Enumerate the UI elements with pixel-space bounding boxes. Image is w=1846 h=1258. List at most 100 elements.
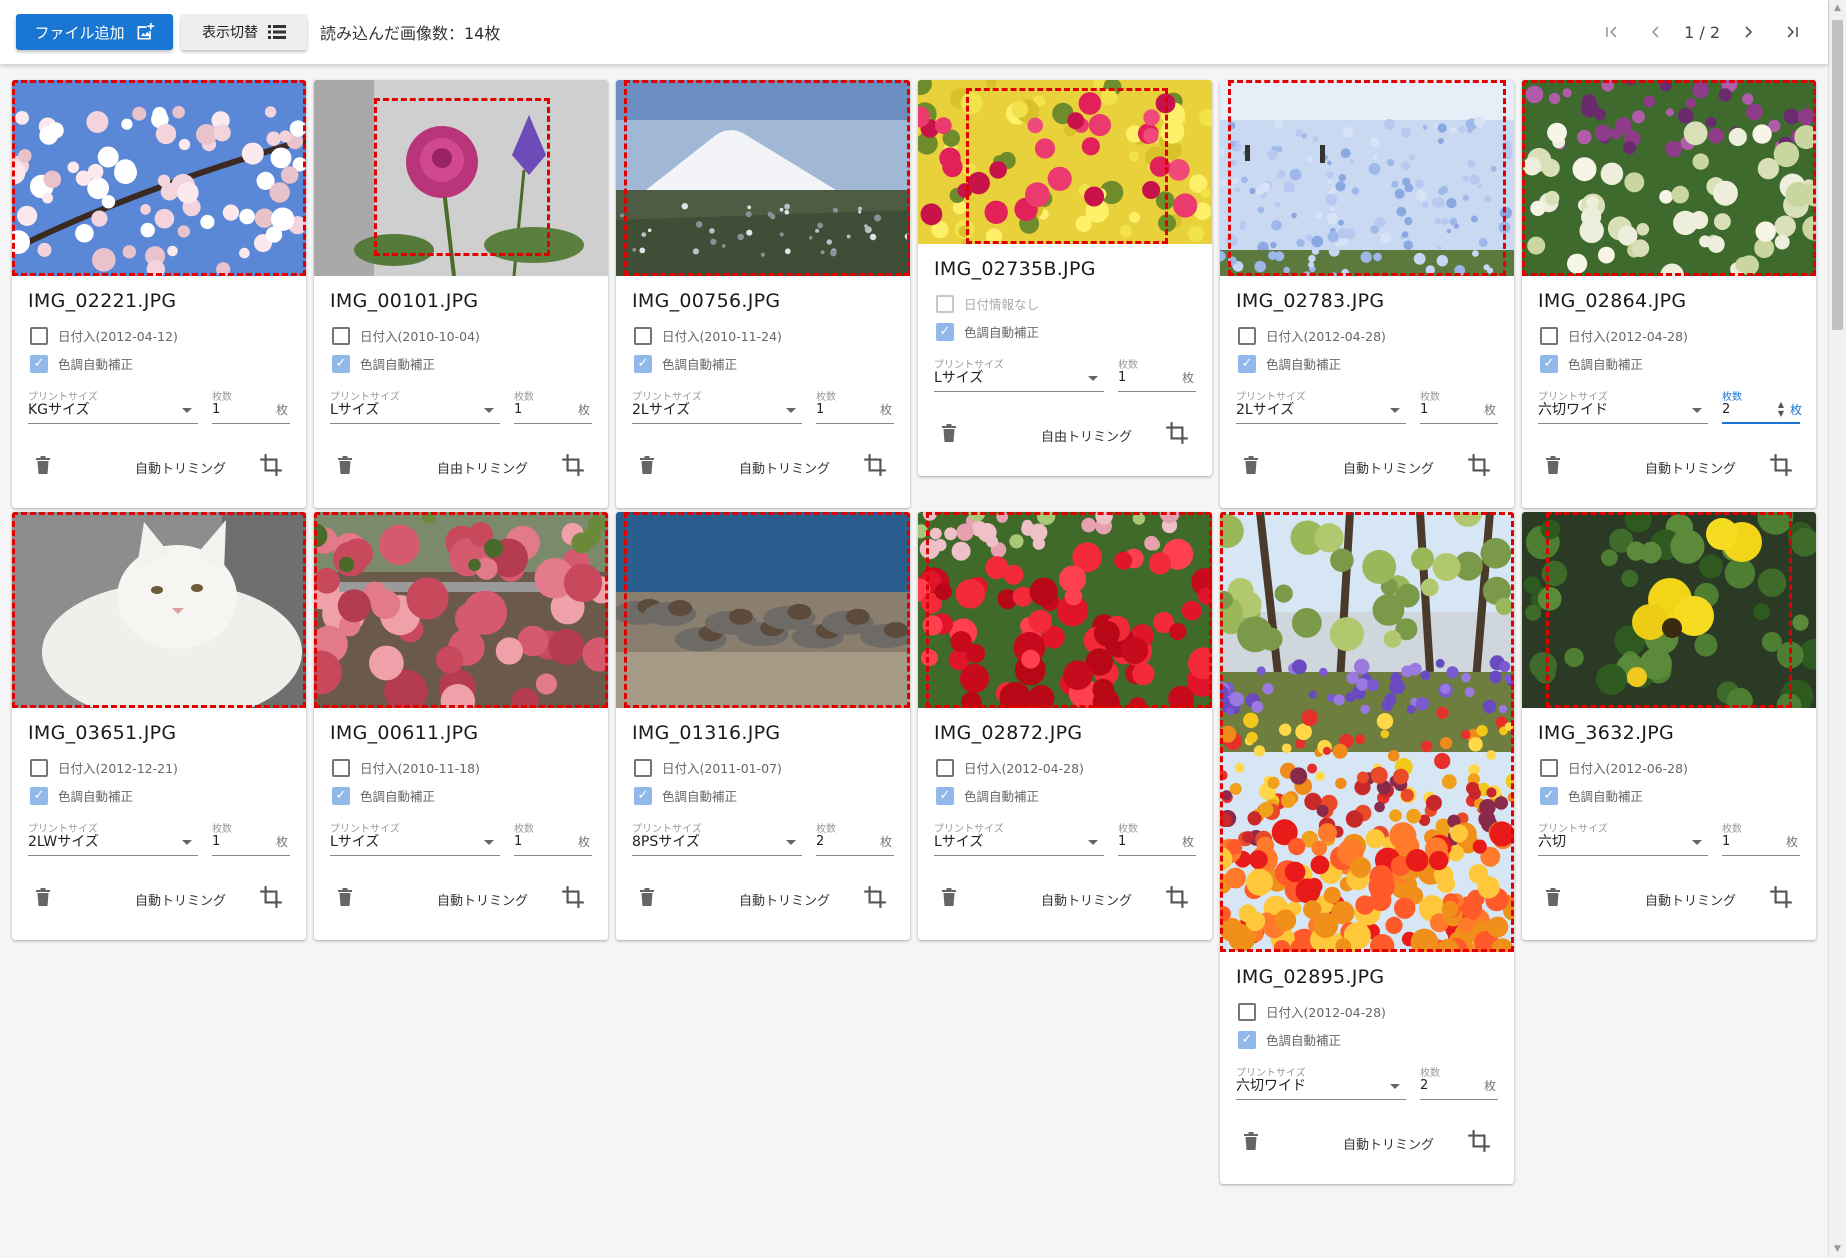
trash-icon[interactable]: [942, 888, 956, 906]
quantity-input[interactable]: 2 枚: [1420, 1076, 1498, 1100]
print-size-select[interactable]: 六切ワイド: [1236, 1076, 1406, 1100]
trim-frame[interactable]: [12, 80, 306, 276]
trim-frame[interactable]: [1220, 512, 1514, 952]
trash-icon[interactable]: [338, 456, 352, 474]
date-checkbox[interactable]: [634, 326, 652, 345]
trim-mode-button[interactable]: 自動トリミング: [739, 458, 830, 477]
date-option[interactable]: 日付入(2012-04-28): [1238, 326, 1386, 345]
crop-icon[interactable]: [560, 884, 586, 910]
date-checkbox[interactable]: [332, 758, 350, 777]
color-correction-checkbox[interactable]: ✓: [1238, 1030, 1256, 1049]
date-option[interactable]: 日付入(2012-04-28): [1238, 1002, 1386, 1021]
color-correction-checkbox[interactable]: ✓: [1540, 786, 1558, 805]
trim-frame[interactable]: [1522, 80, 1816, 276]
trim-frame[interactable]: [624, 80, 910, 276]
crop-icon[interactable]: [862, 452, 888, 478]
trim-mode-button[interactable]: 自由トリミング: [1041, 426, 1132, 445]
crop-icon[interactable]: [560, 452, 586, 478]
scrollbar-thumb[interactable]: [1832, 20, 1843, 330]
color-correction-checkbox[interactable]: ✓: [634, 354, 652, 373]
print-size-select[interactable]: 2Lサイズ: [1236, 400, 1406, 424]
print-size-select[interactable]: 六切: [1538, 832, 1708, 856]
trash-icon[interactable]: [640, 888, 654, 906]
date-option[interactable]: 日付入(2012-04-12): [30, 326, 178, 345]
color-correction-option[interactable]: ✓ 色調自動補正: [30, 354, 133, 373]
date-option[interactable]: 日付入(2010-10-04): [332, 326, 480, 345]
trash-icon[interactable]: [1244, 1132, 1258, 1150]
trim-frame[interactable]: [12, 512, 306, 708]
quantity-input[interactable]: 1 枚: [1118, 832, 1196, 856]
photo-thumbnail[interactable]: [918, 80, 1212, 244]
color-correction-option[interactable]: ✓ 色調自動補正: [332, 786, 435, 805]
trim-mode-button[interactable]: 自動トリミング: [437, 890, 528, 909]
photo-thumbnail[interactable]: [314, 512, 608, 708]
quantity-input[interactable]: 1 枚: [1722, 832, 1800, 856]
trash-icon[interactable]: [338, 888, 352, 906]
toggle-view-button[interactable]: 表示切替: [181, 14, 307, 50]
date-checkbox[interactable]: [332, 326, 350, 345]
next-page-button[interactable]: [1726, 16, 1770, 48]
photo-thumbnail[interactable]: [1522, 512, 1816, 708]
color-correction-option[interactable]: ✓ 色調自動補正: [332, 354, 435, 373]
trim-frame[interactable]: [1228, 80, 1506, 276]
print-size-select[interactable]: 六切ワイド: [1538, 400, 1708, 424]
crop-icon[interactable]: [1164, 884, 1190, 910]
date-checkbox[interactable]: [1238, 326, 1256, 345]
date-option[interactable]: 日付入(2012-12-21): [30, 758, 178, 777]
color-correction-checkbox[interactable]: ✓: [332, 786, 350, 805]
quantity-input[interactable]: 1 枚: [1420, 400, 1498, 424]
photo-thumbnail[interactable]: [1220, 512, 1514, 952]
print-size-select[interactable]: 8PSサイズ: [632, 832, 802, 856]
crop-icon[interactable]: [862, 884, 888, 910]
last-page-button[interactable]: [1770, 16, 1814, 48]
crop-icon[interactable]: [1164, 420, 1190, 446]
trim-mode-button[interactable]: 自動トリミング: [739, 890, 830, 909]
photo-thumbnail[interactable]: [616, 80, 910, 276]
quantity-input[interactable]: 1 枚: [212, 400, 290, 424]
trim-mode-button[interactable]: 自動トリミング: [1645, 458, 1736, 477]
color-correction-checkbox[interactable]: ✓: [1238, 354, 1256, 373]
date-option[interactable]: 日付入(2010-11-24): [634, 326, 782, 345]
date-option[interactable]: 日付入(2010-11-18): [332, 758, 480, 777]
trim-mode-button[interactable]: 自動トリミング: [1343, 1134, 1434, 1153]
print-size-select[interactable]: Lサイズ: [330, 400, 500, 424]
color-correction-checkbox[interactable]: ✓: [1540, 354, 1558, 373]
print-size-select[interactable]: 2Lサイズ: [632, 400, 802, 424]
quantity-input[interactable]: 1 枚: [1118, 368, 1196, 392]
print-size-select[interactable]: 2LWサイズ: [28, 832, 198, 856]
color-correction-option[interactable]: ✓ 色調自動補正: [30, 786, 133, 805]
scrollbar[interactable]: ▲ ▼: [1828, 0, 1846, 1258]
color-correction-option[interactable]: ✓ 色調自動補正: [936, 786, 1039, 805]
date-checkbox[interactable]: [936, 294, 954, 313]
color-correction-option[interactable]: ✓ 色調自動補正: [1238, 354, 1341, 373]
crop-icon[interactable]: [1768, 452, 1794, 478]
previous-page-button[interactable]: [1634, 16, 1678, 48]
date-option[interactable]: 日付入(2012-04-28): [1540, 326, 1688, 345]
color-correction-checkbox[interactable]: ✓: [936, 786, 954, 805]
color-correction-option[interactable]: ✓ 色調自動補正: [634, 354, 737, 373]
color-correction-checkbox[interactable]: ✓: [936, 322, 954, 341]
color-correction-option[interactable]: ✓ 色調自動補正: [1540, 786, 1643, 805]
quantity-input[interactable]: 2 枚: [816, 832, 894, 856]
trash-icon[interactable]: [1546, 456, 1560, 474]
trim-mode-button[interactable]: 自動トリミング: [1343, 458, 1434, 477]
date-checkbox[interactable]: [1540, 326, 1558, 345]
photo-thumbnail[interactable]: [314, 80, 608, 276]
date-checkbox[interactable]: [1540, 758, 1558, 777]
date-option[interactable]: 日付情報なし: [936, 294, 1039, 313]
crop-icon[interactable]: [1768, 884, 1794, 910]
trim-mode-button[interactable]: 自動トリミング: [135, 458, 226, 477]
crop-icon[interactable]: [258, 452, 284, 478]
trash-icon[interactable]: [36, 888, 50, 906]
trim-mode-button[interactable]: 自由トリミング: [437, 458, 528, 477]
trim-frame[interactable]: [926, 512, 1212, 708]
quantity-input[interactable]: 1 枚: [212, 832, 290, 856]
date-option[interactable]: 日付入(2012-06-28): [1540, 758, 1688, 777]
print-size-select[interactable]: Lサイズ: [934, 832, 1104, 856]
color-correction-checkbox[interactable]: ✓: [332, 354, 350, 373]
trim-frame[interactable]: [374, 98, 550, 256]
color-correction-option[interactable]: ✓ 色調自動補正: [634, 786, 737, 805]
date-option[interactable]: 日付入(2011-01-07): [634, 758, 782, 777]
photo-thumbnail[interactable]: [1522, 80, 1816, 276]
trash-icon[interactable]: [36, 456, 50, 474]
